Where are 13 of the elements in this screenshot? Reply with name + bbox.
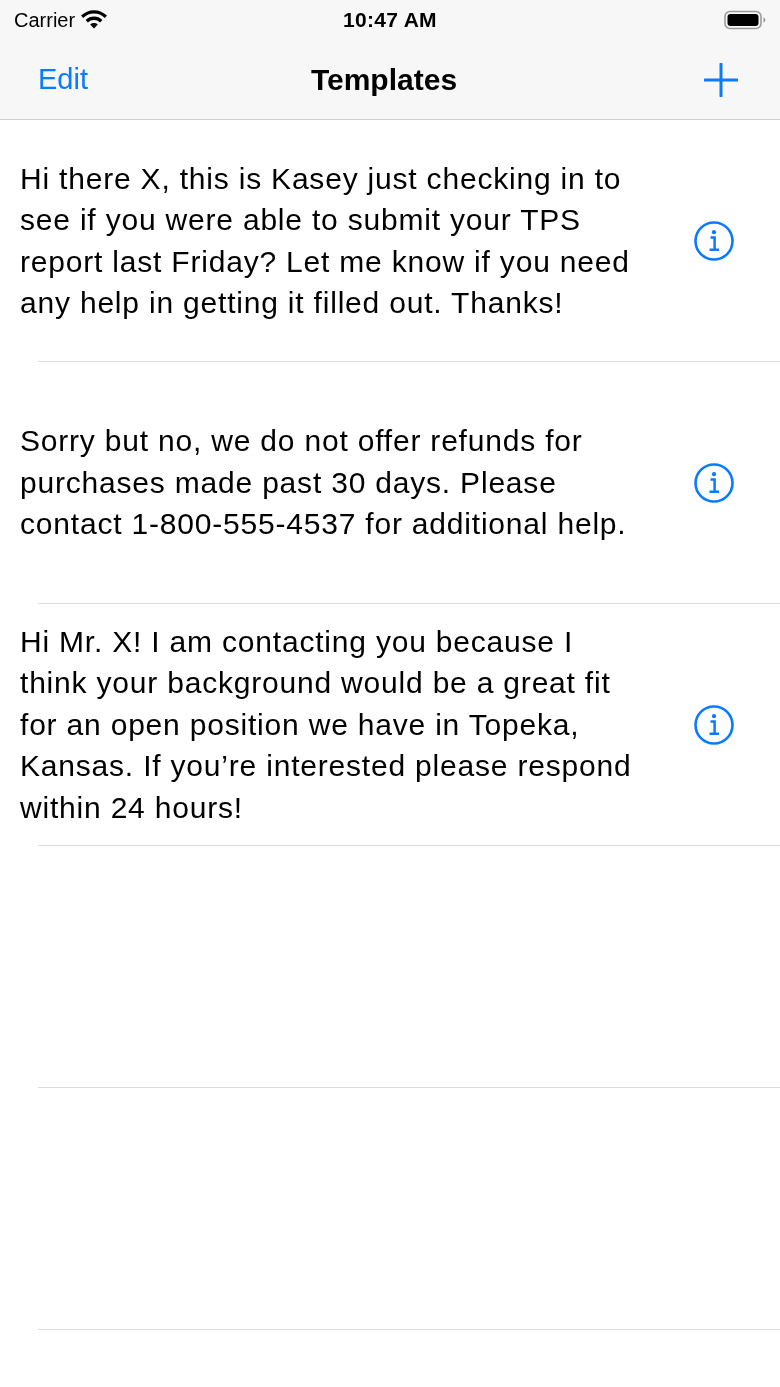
template-text: Hi Mr. X! I am contacting you because I think your background would be a great fit for an open position we have in Topeka, Kansas. If you’re interested please respond within 24 hours!	[20, 623, 633, 826]
nav-title: Templates	[310, 62, 458, 97]
template-text: Sorry but no, we do not offer refunds for purchases made past 30 days. Please contact 1-800-555-4537 for additional help.	[20, 423, 628, 543]
template-text: Hi there X, this is Kasey just checking in to see if you were able to submit your TPS report last Friday? Let me know if you need any help in getting it filled out. Thanks!	[20, 160, 631, 321]
add-icon[interactable]	[704, 62, 738, 97]
info-icon[interactable]	[694, 220, 734, 261]
edit-button[interactable]: Edit	[30, 59, 140, 100]
carrier-label: Carrier	[14, 8, 76, 32]
battery-icon	[724, 10, 766, 30]
wifi-icon	[81, 9, 108, 29]
info-icon[interactable]	[694, 704, 734, 745]
status-time: 10:47 AM	[343, 8, 437, 32]
info-icon[interactable]	[694, 462, 734, 503]
